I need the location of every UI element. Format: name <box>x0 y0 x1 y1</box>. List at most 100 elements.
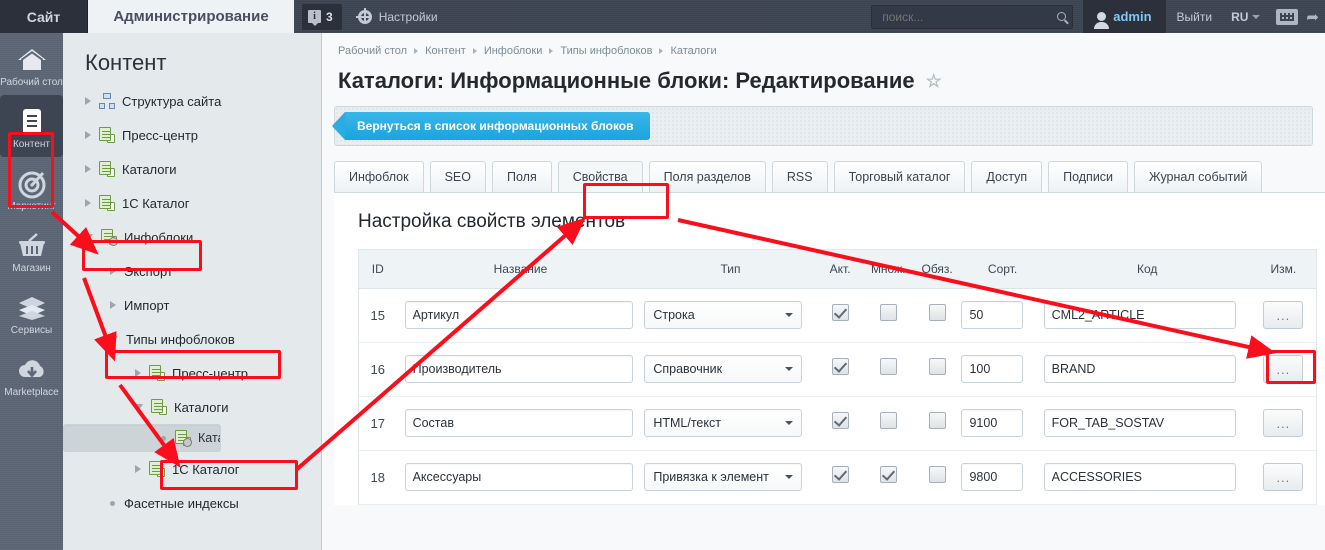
row-edit-button[interactable]: ... <box>1263 355 1304 383</box>
active-checkbox[interactable] <box>831 304 849 321</box>
user-menu[interactable]: admin <box>1083 0 1166 33</box>
property-type-select[interactable]: HTML/текст <box>644 409 803 437</box>
tab-3[interactable]: Поля <box>491 161 552 192</box>
chevron-down-icon[interactable] <box>135 404 143 410</box>
tree-node[interactable]: 1С Каталог <box>63 186 321 220</box>
tab-8[interactable]: Доступ <box>971 161 1043 192</box>
tab-6[interactable]: RSS <box>771 161 828 192</box>
keyboard-icon[interactable] <box>1276 8 1299 25</box>
property-type-select[interactable]: Привязка к элемент <box>644 463 803 491</box>
rail-item-services[interactable]: Сервисы <box>0 281 63 343</box>
search-input[interactable] <box>880 8 1054 25</box>
rail-item-marketplace[interactable]: Marketplace <box>0 343 63 405</box>
code-input[interactable]: ACCESSORIES <box>1043 463 1236 491</box>
row-id-cell: 18 <box>359 450 397 505</box>
sitemap-icon <box>99 93 115 109</box>
property-type-select[interactable]: Строка <box>644 301 803 329</box>
required-checkbox[interactable] <box>928 412 946 429</box>
chevron-right-icon[interactable] <box>85 199 91 207</box>
tree-node[interactable]: Фасетные индексы <box>63 486 321 520</box>
chevron-right-icon[interactable] <box>135 369 141 377</box>
logout-link[interactable]: Выйти <box>1166 0 1224 33</box>
code-input[interactable]: CML2_ARTICLE <box>1043 301 1236 329</box>
tree-node[interactable]: Каталоги <box>63 390 321 424</box>
property-name-input[interactable]: Состав <box>404 409 633 437</box>
property-name-input[interactable]: Артикул <box>404 301 633 329</box>
top-bar-site-tab[interactable]: Сайт <box>0 0 88 33</box>
tree-node[interactable]: Каталоги <box>63 152 321 186</box>
chevron-right-icon[interactable] <box>85 97 91 105</box>
tree-node[interactable]: Структура сайта <box>63 84 321 118</box>
tree-node[interactable]: Пресс-центр <box>63 118 321 152</box>
breadcrumb-item[interactable]: Инфоблоки <box>484 45 543 57</box>
multiple-checkbox[interactable] <box>879 412 897 429</box>
sort-input[interactable]: 9100 <box>961 409 1024 437</box>
back-to-list-button[interactable]: Вернуться в список информационных блоков <box>332 112 650 140</box>
property-name-input[interactable]: Аксессуары <box>404 463 633 491</box>
sort-input[interactable]: 100 <box>961 355 1024 383</box>
tree-node[interactable]: Типы инфоблоков <box>63 322 321 356</box>
property-type-select[interactable]: Справочник <box>644 355 803 383</box>
chevron-down-icon[interactable] <box>110 336 118 342</box>
rail-item-shop[interactable]: Магазин <box>0 219 63 281</box>
breadcrumb-item[interactable]: Типы инфоблоков <box>560 45 652 57</box>
search-icon[interactable] <box>1057 12 1067 21</box>
sort-input[interactable]: 50 <box>961 301 1024 329</box>
required-checkbox[interactable] <box>928 304 946 321</box>
table-row: 15 Артикул Строка 50 CML2_ARTICLE... <box>359 288 1316 343</box>
required-checkbox[interactable] <box>928 466 946 483</box>
tab-4[interactable]: Свойства <box>557 161 643 192</box>
tab-10[interactable]: Журнал событий <box>1134 161 1263 192</box>
global-search[interactable] <box>871 4 1074 29</box>
pin-icon[interactable]: ➦ <box>1306 8 1319 26</box>
col-header-type: Тип <box>644 250 817 289</box>
properties-table-body: 15 Артикул Строка 50 CML2_ARTICLE... 16 Произв… <box>359 288 1316 505</box>
breadcrumb-item[interactable]: Контент <box>425 45 466 57</box>
tree-node[interactable]: Экспорт <box>63 254 321 288</box>
multiple-checkbox[interactable] <box>879 358 897 375</box>
row-edit-button[interactable]: ... <box>1263 463 1304 491</box>
chevron-right-icon[interactable] <box>110 267 116 275</box>
row-edit-button[interactable]: ... <box>1263 409 1304 437</box>
row-sort-cell: 9100 <box>961 396 1044 451</box>
tab-7[interactable]: Торговый каталог <box>833 161 966 192</box>
tab-9[interactable]: Подписи <box>1048 161 1129 192</box>
tab-1[interactable]: Инфоблок <box>334 161 424 192</box>
row-sort-cell: 100 <box>961 342 1044 397</box>
star-icon[interactable]: ☆ <box>926 71 942 92</box>
tree-node[interactable]: Инфоблоки <box>63 220 321 254</box>
active-checkbox[interactable] <box>831 466 849 483</box>
chevron-right-icon[interactable] <box>85 131 91 139</box>
tree-node-label: Фасетные индексы <box>124 495 239 511</box>
top-bar-admin-tab[interactable]: Администрирование <box>88 0 294 33</box>
code-input[interactable]: FOR_TAB_SOSTAV <box>1043 409 1236 437</box>
chevron-right-icon[interactable] <box>85 165 91 173</box>
rail-item-desktop[interactable]: Рабочий стол <box>0 33 63 95</box>
chevron-right-icon[interactable] <box>135 465 141 473</box>
code-input[interactable]: BRAND <box>1043 355 1236 383</box>
required-checkbox[interactable] <box>928 358 946 375</box>
active-checkbox[interactable] <box>831 358 849 375</box>
notifications-badge[interactable]: i 3 <box>302 3 342 30</box>
breadcrumb-item[interactable]: Каталоги <box>670 45 716 57</box>
top-bar-settings-link[interactable]: Настройки <box>342 0 450 33</box>
row-edit-button[interactable]: ... <box>1263 301 1304 329</box>
language-switcher[interactable]: RU <box>1223 0 1268 33</box>
sort-input[interactable]: 9800 <box>961 463 1024 491</box>
tree-node[interactable]: Импорт <box>63 288 321 322</box>
breadcrumb-item[interactable]: Рабочий стол <box>338 45 407 57</box>
chevron-down-icon[interactable] <box>85 234 93 240</box>
property-name-input[interactable]: Производитель <box>404 355 633 383</box>
col-header-multiple: Множ. <box>863 250 913 289</box>
multiple-checkbox[interactable] <box>879 466 897 483</box>
tree-node[interactable]: Каталог товаров <box>63 424 221 452</box>
rail-item-content[interactable]: Контент <box>0 95 63 157</box>
tab-2[interactable]: SEO <box>429 161 486 192</box>
tree-node[interactable]: Пресс-центр <box>63 356 321 390</box>
multiple-checkbox[interactable] <box>879 304 897 321</box>
tree-node[interactable]: 1С Каталог <box>63 452 321 486</box>
active-checkbox[interactable] <box>831 412 849 429</box>
chevron-right-icon[interactable] <box>110 301 116 309</box>
rail-item-marketing[interactable]: Маркетинг <box>0 157 63 219</box>
tab-5[interactable]: Поля разделов <box>648 161 766 192</box>
